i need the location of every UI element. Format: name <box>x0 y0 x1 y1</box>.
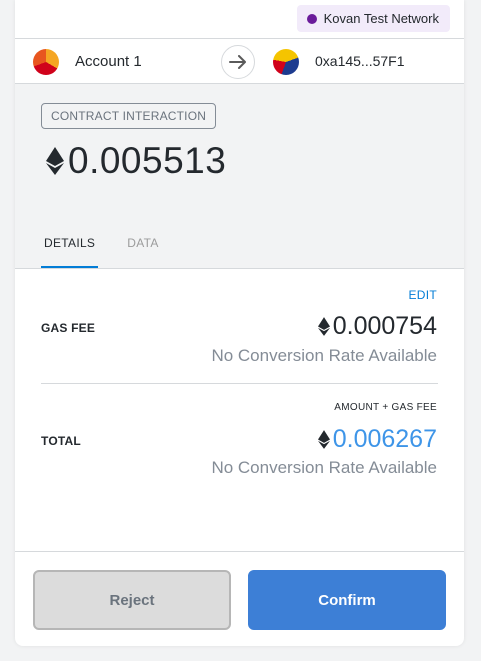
transaction-summary: CONTRACT INTERACTION 0.005513 DETAILS DA… <box>15 84 464 269</box>
network-name: Kovan Test Network <box>323 11 439 26</box>
total-subheader: AMOUNT + GAS FEE <box>334 402 437 413</box>
confirm-transaction-page: Kovan Test Network Account 1 0xa145...57… <box>15 0 464 646</box>
detail-tabs: DETAILS DATA <box>41 236 162 268</box>
network-indicator[interactable]: Kovan Test Network <box>296 5 450 32</box>
recipient-identicon-icon <box>273 49 299 75</box>
tab-details[interactable]: DETAILS <box>41 236 99 268</box>
transaction-action-badge: CONTRACT INTERACTION <box>41 103 217 129</box>
tab-data[interactable]: DATA <box>124 236 161 268</box>
sender-recipient-row: Account 1 0xa145...57F1 <box>15 38 464 84</box>
eth-icon <box>46 147 64 175</box>
sender-identicon-icon <box>33 49 59 75</box>
gas-fee-label: GAS FEE <box>41 321 96 335</box>
gas-fee-value: 0.000754 <box>317 312 437 341</box>
total-label: TOTAL <box>41 434 81 448</box>
reject-button[interactable]: Reject <box>33 570 231 630</box>
arrow-right-icon <box>221 45 255 79</box>
eth-icon <box>317 430 330 449</box>
network-bar: Kovan Test Network <box>15 0 464 38</box>
eth-icon <box>317 317 330 336</box>
divider <box>41 383 438 384</box>
gas-fee-amount: 0.000754 <box>332 312 437 340</box>
amount-value: 0.005513 <box>68 140 227 181</box>
total-amount: 0.006267 <box>332 425 437 453</box>
details-panel: EDIT GAS FEE 0.000754 No Conversion Rate… <box>15 269 464 551</box>
edit-gas-link[interactable]: EDIT <box>408 288 437 302</box>
recipient-address[interactable]: 0xa145...57F1 <box>315 53 405 69</box>
transaction-amount: 0.005513 <box>46 140 226 182</box>
gas-fee-conversion: No Conversion Rate Available <box>211 346 437 365</box>
confirm-button[interactable]: Confirm <box>248 570 446 630</box>
total-conversion: No Conversion Rate Available <box>211 458 437 477</box>
sender-name[interactable]: Account 1 <box>75 53 142 70</box>
network-status-icon <box>306 13 317 24</box>
page-footer: Reject Confirm <box>15 551 464 646</box>
total-value: 0.006267 <box>317 425 437 454</box>
